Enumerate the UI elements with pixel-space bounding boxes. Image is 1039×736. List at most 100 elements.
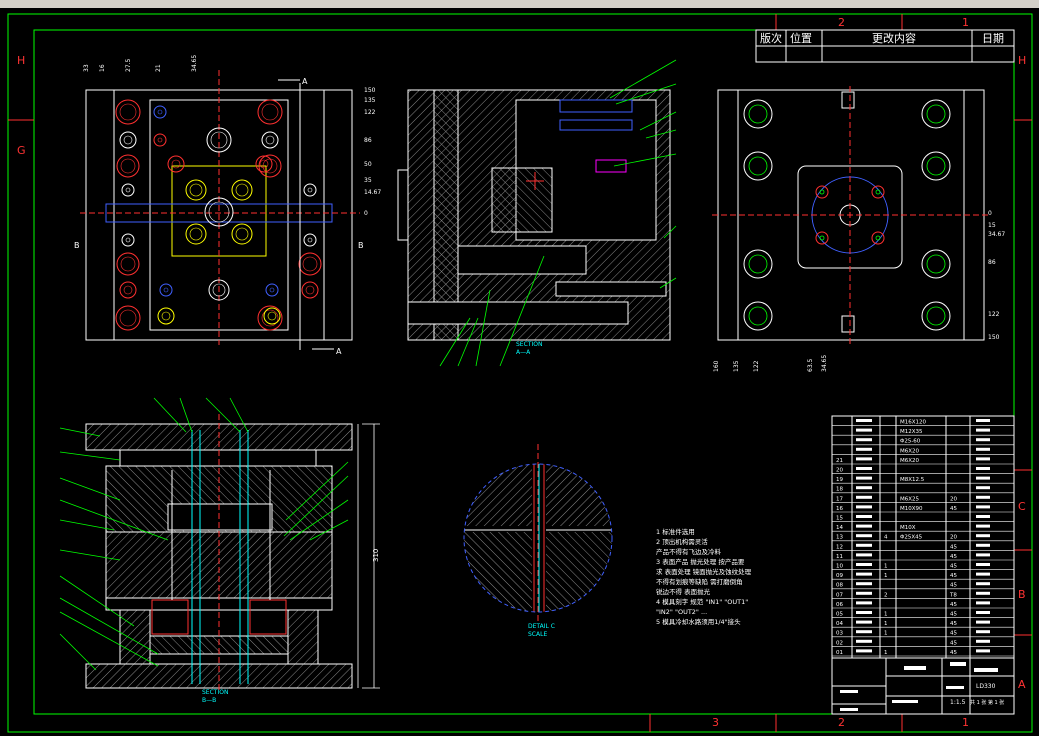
side-dim-b-122: 122 <box>753 360 760 372</box>
bom-cell-name: M12X35 <box>900 429 923 435</box>
plan-hole-inner <box>235 227 249 241</box>
bom-cell-illegible <box>976 419 990 422</box>
plan-dim-122: 122 <box>364 109 376 116</box>
bom-cell-no: 04 <box>836 621 843 627</box>
zone-bottom-2: 2 <box>838 716 845 729</box>
side-hole <box>743 99 773 129</box>
bom-cell-qty: 1 <box>884 612 888 618</box>
bom-cell-material: 45 <box>950 612 957 618</box>
plan-hole <box>303 183 317 197</box>
bom-cell-illegible <box>976 620 990 624</box>
bom-cell-material: 45 <box>950 544 957 550</box>
bom-cell-no: 21 <box>836 458 843 464</box>
bom-cell-material: 45 <box>950 621 957 627</box>
detail-c-view[interactable] <box>463 444 613 624</box>
plan-hole-inner <box>125 187 131 193</box>
bom-cell-illegible <box>976 543 990 547</box>
plan-dim-0: 0 <box>364 210 368 217</box>
cad-drawing-canvas[interactable]: 2 1 3 2 1 H G H C B A 版次 位置 更改内容 日期 A A … <box>0 0 1039 736</box>
side-hole <box>921 99 951 129</box>
side-hole <box>921 249 951 279</box>
bom-cell-illegible <box>976 563 990 566</box>
bom-cell-no: 15 <box>836 516 843 522</box>
plan-hole <box>301 281 319 299</box>
plan-hole-inner <box>267 311 277 321</box>
plan-hole-inner <box>123 135 133 145</box>
side-dim-122: 122 <box>988 311 1000 318</box>
plan-hole <box>206 127 232 153</box>
section-aa-view[interactable] <box>397 89 671 341</box>
bom-cell-material: 45 <box>950 631 957 637</box>
zone-right-c: C <box>1018 500 1026 513</box>
side-dim-150: 150 <box>988 334 1000 341</box>
bom-cell-illegible <box>976 505 990 509</box>
bom-cell-name: M16X120 <box>900 420 927 426</box>
bom-cell-illegible <box>976 457 990 461</box>
bom-cell-qty: 4 <box>884 535 888 541</box>
bom-cell-illegible <box>976 639 990 643</box>
side-hole <box>921 151 951 181</box>
plan-view[interactable] <box>80 70 360 345</box>
note-line: 不得有划痕等缺陷 需打磨倒角 <box>656 577 743 586</box>
plan-hole <box>257 99 283 125</box>
bom-cell-illegible <box>856 630 872 634</box>
plan-hole-inner <box>269 287 275 293</box>
bom-cell-no: 12 <box>836 544 843 550</box>
zone-left-h: H <box>17 54 25 67</box>
plan-hole <box>121 183 135 197</box>
zone-left-g: G <box>17 144 26 157</box>
plan-hole-inner <box>171 159 181 169</box>
plan-hole-inner <box>235 183 249 197</box>
zone-top-2: 2 <box>838 16 845 29</box>
section-bb-total-height: 310 <box>372 549 380 562</box>
plan-hole-inner <box>157 137 163 143</box>
plan-dim-16: 16 <box>99 64 106 72</box>
plan-dim-33: 33 <box>83 64 90 72</box>
bom-cell-no: 03 <box>836 631 843 637</box>
section-bb-caption: SECTION B—B <box>202 689 228 704</box>
side-dim-b-135: 135 <box>733 360 740 372</box>
side-hole-inner <box>819 235 825 241</box>
bom-cell-illegible <box>976 611 990 614</box>
side-view[interactable] <box>712 86 990 345</box>
bom-cell-material: T8 <box>949 592 957 598</box>
side-hole-inner <box>748 306 768 326</box>
section-aa-sub: A—A <box>516 349 531 356</box>
bom-cell-name: M6X25 <box>900 496 920 502</box>
plan-hole-inner <box>163 287 169 293</box>
bom-cell-no: 14 <box>836 525 843 531</box>
note-line: 锐边不得 表面抛光 <box>656 587 711 596</box>
zone-right-a: A <box>1018 678 1026 691</box>
side-hole-inner <box>748 156 768 176</box>
plan-hole <box>153 133 167 147</box>
note-line: 2 顶出机构需灵活 <box>656 537 708 546</box>
bom-cell-illegible <box>976 591 990 595</box>
side-hole <box>871 185 885 199</box>
bom-cell-material: 45 <box>950 602 957 608</box>
side-hole-inner <box>875 235 881 241</box>
plan-hole-inner <box>259 159 269 169</box>
plan-dim-35: 35 <box>364 177 372 184</box>
plan-hole-inner <box>120 256 136 272</box>
bom-cell-illegible <box>856 428 872 432</box>
plan-hole <box>185 179 207 201</box>
bom-cell-qty: 1 <box>884 631 888 637</box>
side-dim-b-34-65: 34.65 <box>821 355 828 372</box>
plan-hole-inner <box>307 237 313 243</box>
side-hole-inner <box>819 189 825 195</box>
bom-cell-no: 06 <box>836 602 843 608</box>
bom-cell-material: 20 <box>950 496 957 502</box>
bom-cell-illegible <box>976 447 990 451</box>
bom-cell-material: 45 <box>950 506 957 512</box>
plan-hole <box>121 233 135 247</box>
bom-cell-name: M10X <box>900 525 916 531</box>
bom-cell-illegible <box>856 515 872 518</box>
bom-cell-illegible <box>856 486 872 490</box>
title-sheet: 共 1 张 第 1 张 <box>970 699 1004 706</box>
section-aa-caption: SECTION A—A <box>516 341 542 356</box>
side-hole <box>743 301 773 331</box>
bom-cell-illegible <box>856 476 872 480</box>
section-bb-sub: B—B <box>202 697 216 704</box>
bom-cell-no: 09 <box>836 573 843 579</box>
section-bb-title: SECTION <box>202 689 228 696</box>
